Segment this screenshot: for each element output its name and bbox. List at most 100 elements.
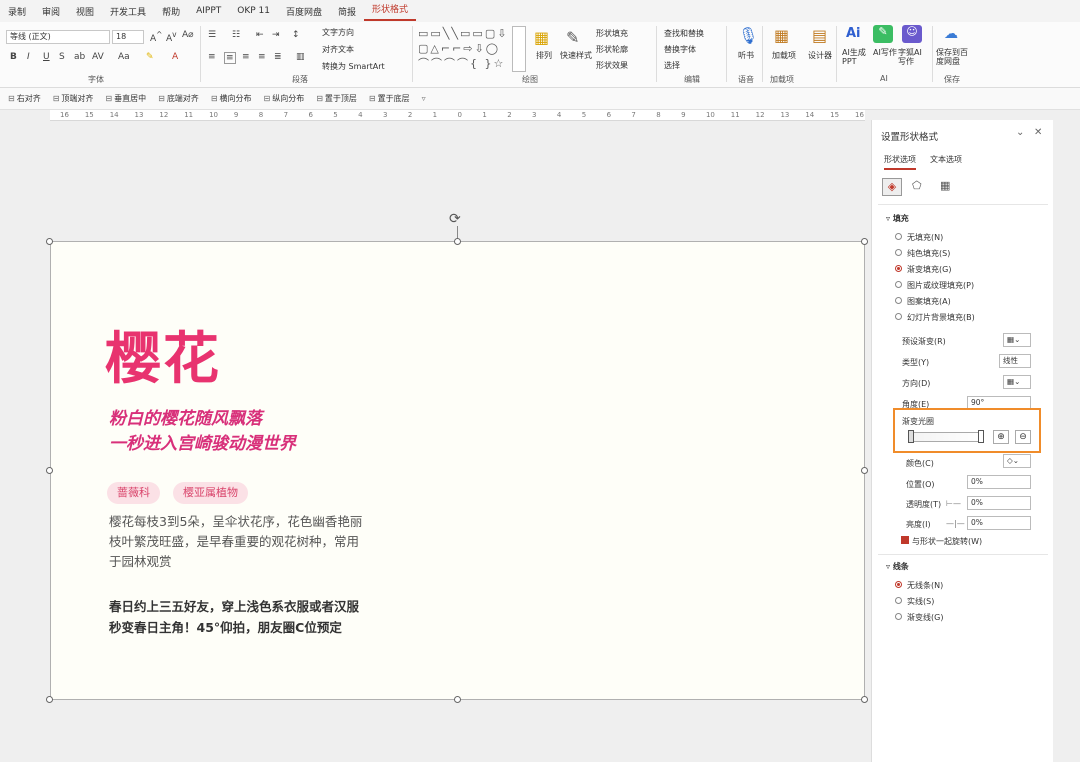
align-top-button[interactable]: 顶端对齐: [53, 93, 93, 104]
addin-icon[interactable]: ▦: [774, 26, 789, 45]
menu-aippt[interactable]: AIPPT: [188, 6, 229, 16]
type-select[interactable]: 线性: [999, 354, 1031, 368]
resize-handle-br[interactable]: [861, 696, 868, 703]
shapes-gallery[interactable]: ▭▭╲╲▭▭▢⇩ ▢△⌐⌐⇨⇩◯ ⌒⌒⌒⌒{ }☆: [418, 26, 512, 72]
line-section-header[interactable]: ▿ 线条: [886, 561, 909, 572]
menu-shape-format[interactable]: 形状格式: [364, 1, 417, 21]
shape-effect-button[interactable]: 形状效果: [596, 60, 628, 71]
smartart-button[interactable]: 转换为 SmartArt: [322, 61, 385, 72]
transparency-slider[interactable]: ⊢—: [946, 499, 961, 508]
distribute-h-button[interactable]: 横向分布: [211, 93, 252, 104]
spacing-icon[interactable]: AV: [92, 52, 104, 62]
menu-review[interactable]: 审阅: [34, 5, 68, 18]
slide-bold-line-1[interactable]: 春日约上三五好友，穿上浅色系衣服或者汉服: [109, 596, 359, 618]
outdent-icon[interactable]: ⇥: [272, 30, 280, 40]
italic-icon[interactable]: I: [27, 52, 30, 62]
menu-developer[interactable]: 开发工具: [102, 5, 154, 18]
bullets-icon[interactable]: ☰: [208, 30, 216, 40]
char-spacing-icon[interactable]: ab: [74, 52, 85, 62]
fill-section-header[interactable]: ▿ 填充: [886, 213, 909, 224]
tag-subgenus[interactable]: 樱亚属植物: [173, 482, 248, 504]
resize-handle-tr[interactable]: [861, 238, 868, 245]
no-line-label[interactable]: 无线条(N): [907, 580, 943, 591]
resize-handle-r[interactable]: [861, 467, 868, 474]
menu-okp[interactable]: OKP 11: [229, 6, 278, 16]
resize-handle-b[interactable]: [454, 696, 461, 703]
effects-icon[interactable]: ⬠: [912, 179, 922, 192]
radio-pattern-fill[interactable]: [895, 297, 902, 304]
radio-gradient-fill[interactable]: [895, 265, 902, 272]
microphone-icon[interactable]: 🎙: [738, 26, 758, 45]
align-right-icon[interactable]: ≡: [242, 52, 250, 62]
underline-icon[interactable]: U: [43, 52, 50, 62]
radio-no-line[interactable]: [895, 581, 902, 588]
send-back-button[interactable]: 置于底层: [369, 93, 410, 104]
change-case-icon[interactable]: Aa: [118, 52, 130, 62]
gradient-fill-label[interactable]: 渐变填充(G): [907, 264, 951, 275]
rotate-with-shape-label[interactable]: 与形状一起旋转(W): [912, 536, 982, 547]
replace-font-button[interactable]: 替换字体: [664, 44, 696, 55]
pattern-fill-label[interactable]: 图案填充(A): [907, 296, 951, 307]
align-text-button[interactable]: 对齐文本: [322, 44, 354, 55]
close-icon[interactable]: ✕: [1034, 127, 1042, 138]
slide-body-line-2[interactable]: 枝叶繁茂旺盛，是早春重要的观花树种，常用: [109, 532, 359, 552]
quick-style-button[interactable]: 快速样式: [560, 50, 592, 61]
radio-no-fill[interactable]: [895, 233, 902, 240]
menu-record[interactable]: 录制: [0, 5, 34, 18]
align-center-icon[interactable]: ≡: [224, 52, 236, 64]
text-direction-button[interactable]: 文字方向: [322, 27, 354, 38]
customize-icon[interactable]: ▿: [422, 94, 426, 103]
tag-family[interactable]: 蔷薇科: [107, 482, 160, 504]
ai-ppt-button[interactable]: AI生成PPT: [842, 48, 868, 66]
align-middle-button[interactable]: 垂直居中: [105, 93, 146, 104]
shape-outline-button[interactable]: 形状轮廓: [596, 44, 628, 55]
brightness-input[interactable]: 0%: [967, 516, 1031, 530]
size-properties-icon[interactable]: ▦: [940, 179, 950, 192]
color-picker[interactable]: ◇⌄: [1003, 454, 1031, 468]
brightness-slider[interactable]: —|—: [946, 519, 965, 528]
grow-font-icon[interactable]: A^: [150, 30, 162, 44]
addin-button[interactable]: 加载项: [772, 50, 796, 61]
font-size-select[interactable]: 18: [112, 30, 144, 44]
solid-fill-label[interactable]: 纯色填充(S): [907, 248, 950, 259]
designer-icon[interactable]: ▤: [812, 26, 827, 45]
radio-picture-fill[interactable]: [895, 281, 902, 288]
arrange-button[interactable]: 排列: [536, 50, 552, 61]
distribute-icon[interactable]: ≣: [274, 52, 282, 62]
find-replace-button[interactable]: 查找和替换: [664, 28, 704, 39]
radio-solid-fill[interactable]: [895, 249, 902, 256]
bold-icon[interactable]: B: [10, 52, 17, 62]
numbering-icon[interactable]: ☷: [232, 30, 240, 40]
menu-brief[interactable]: 简报: [330, 5, 364, 18]
preset-gradient-select[interactable]: ▦⌄: [1003, 333, 1031, 347]
resize-handle-t[interactable]: [454, 238, 461, 245]
font-name-select[interactable]: 等线 (正文): [6, 30, 110, 44]
chevron-down-icon[interactable]: ⌄: [1016, 127, 1024, 138]
direction-select[interactable]: ▦⌄: [1003, 375, 1031, 389]
clear-format-icon[interactable]: A⌀: [182, 30, 194, 40]
radio-gradient-line[interactable]: [895, 613, 902, 620]
indent-icon[interactable]: ⇤: [256, 30, 264, 40]
ai-write-icon[interactable]: ✎: [873, 25, 893, 43]
highlight-icon[interactable]: ✎: [146, 52, 154, 62]
fill-line-icon[interactable]: ◈: [882, 178, 902, 196]
radio-background-fill[interactable]: [895, 313, 902, 320]
solid-line-label[interactable]: 实线(S): [907, 596, 934, 607]
shapes-scroll[interactable]: [512, 26, 526, 72]
picture-fill-label[interactable]: 图片或纹理填充(P): [907, 280, 974, 291]
slide-body-line-3[interactable]: 于园林观赏: [109, 552, 172, 572]
arrange-icon[interactable]: ▦: [534, 28, 549, 47]
resize-handle-l[interactable]: [46, 467, 53, 474]
background-fill-label[interactable]: 幻灯片背景填充(B): [907, 312, 975, 323]
transparency-input[interactable]: 0%: [967, 496, 1031, 510]
align-right-button[interactable]: 右对齐: [8, 93, 41, 104]
menu-baidu[interactable]: 百度网盘: [278, 5, 330, 18]
slide-title[interactable]: 樱花: [105, 314, 221, 395]
gradient-line-label[interactable]: 渐变线(G): [907, 612, 943, 623]
save-baidu-button[interactable]: 保存到百度网盘: [936, 48, 970, 66]
tab-shape-options[interactable]: 形状选项: [884, 154, 916, 170]
menu-view[interactable]: 视图: [68, 5, 102, 18]
baidu-cloud-icon[interactable]: ☁: [944, 26, 958, 42]
rotate-handle-icon[interactable]: ⟳: [449, 211, 461, 227]
bring-front-button[interactable]: 置于顶层: [316, 93, 357, 104]
